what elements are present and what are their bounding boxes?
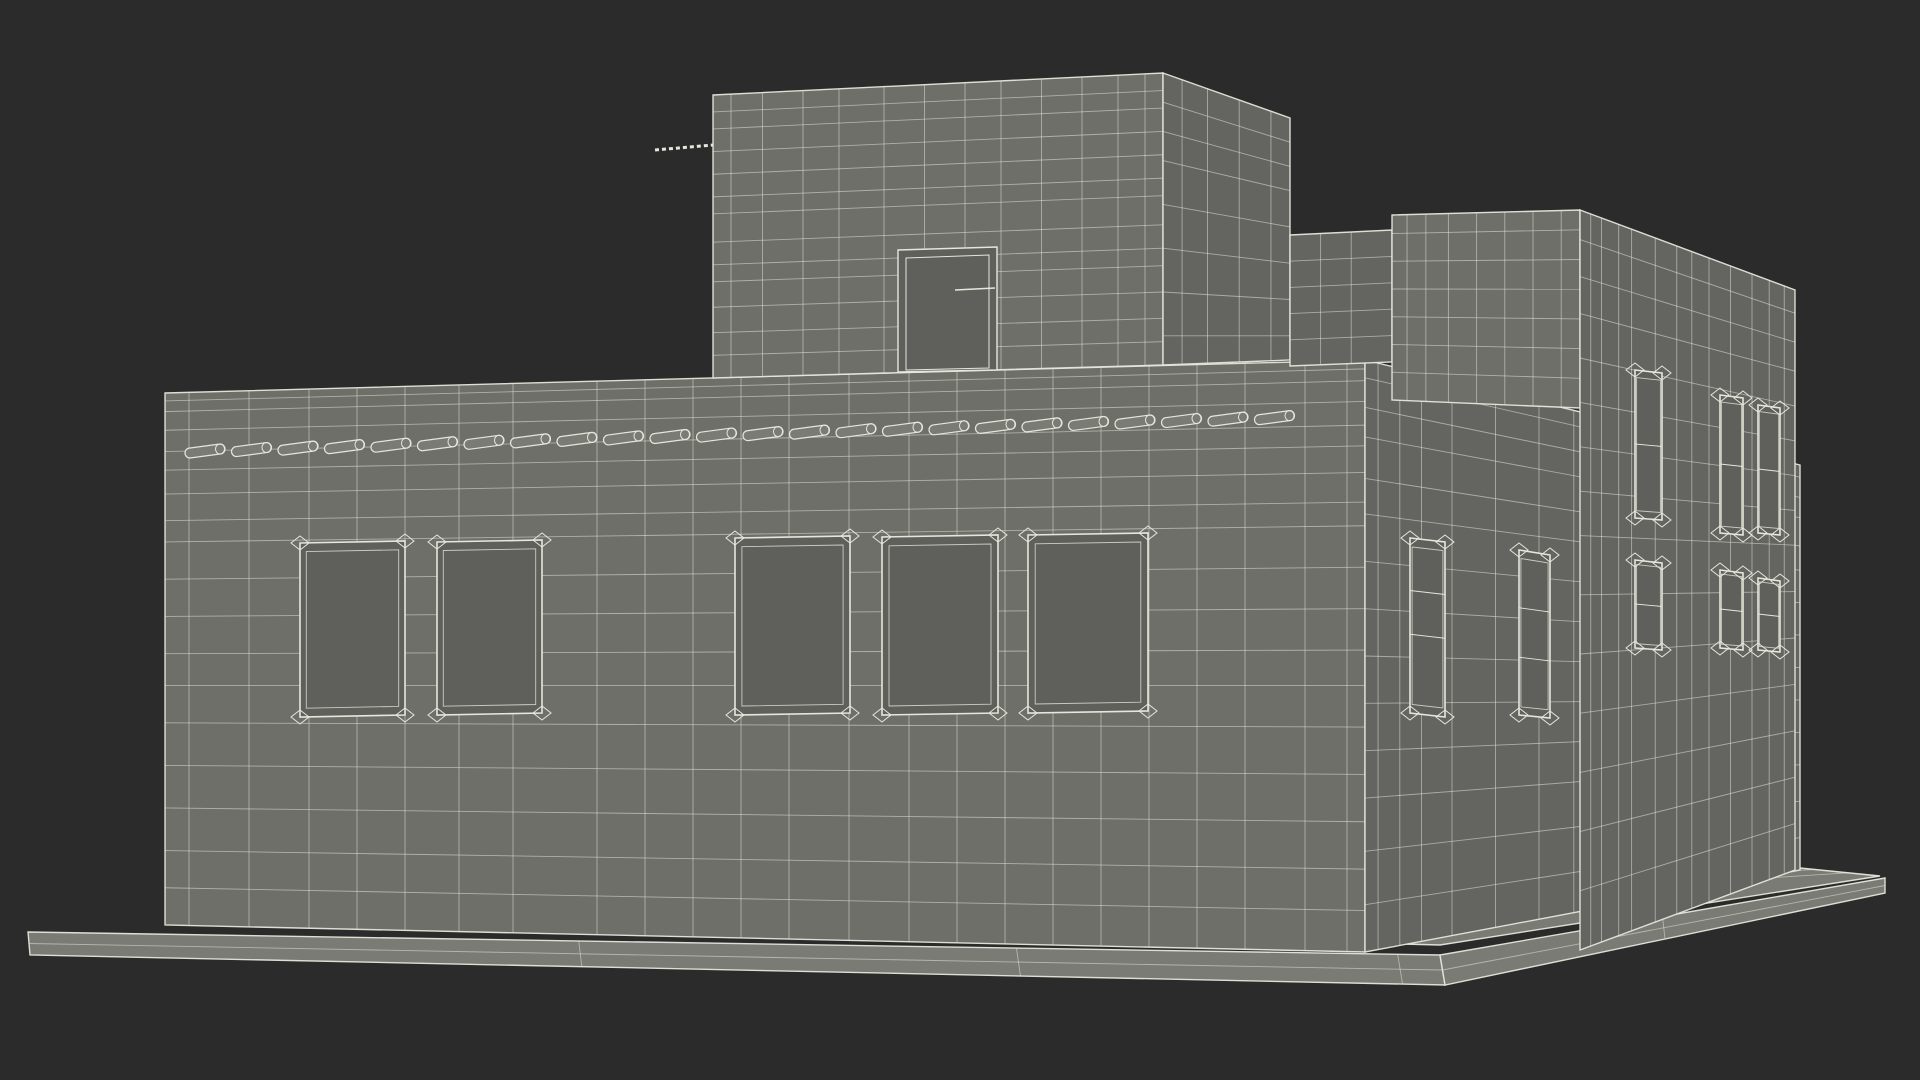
front-window-1 bbox=[299, 540, 406, 718]
upper-block bbox=[654, 72, 1291, 379]
side-window-2 bbox=[1518, 549, 1551, 719]
front-window-5 bbox=[1027, 532, 1149, 714]
front-window-3 bbox=[734, 535, 851, 716]
front-window-2 bbox=[436, 539, 543, 716]
render-viewport bbox=[0, 0, 1920, 1080]
side-window-1 bbox=[1409, 537, 1446, 718]
roof-pipe bbox=[654, 143, 714, 152]
wireframe-render bbox=[27, 72, 1886, 986]
front-window-4 bbox=[881, 534, 999, 716]
mid-block-front bbox=[1289, 229, 1393, 367]
rooftop-door bbox=[897, 246, 998, 373]
right-block-front bbox=[1391, 209, 1581, 409]
